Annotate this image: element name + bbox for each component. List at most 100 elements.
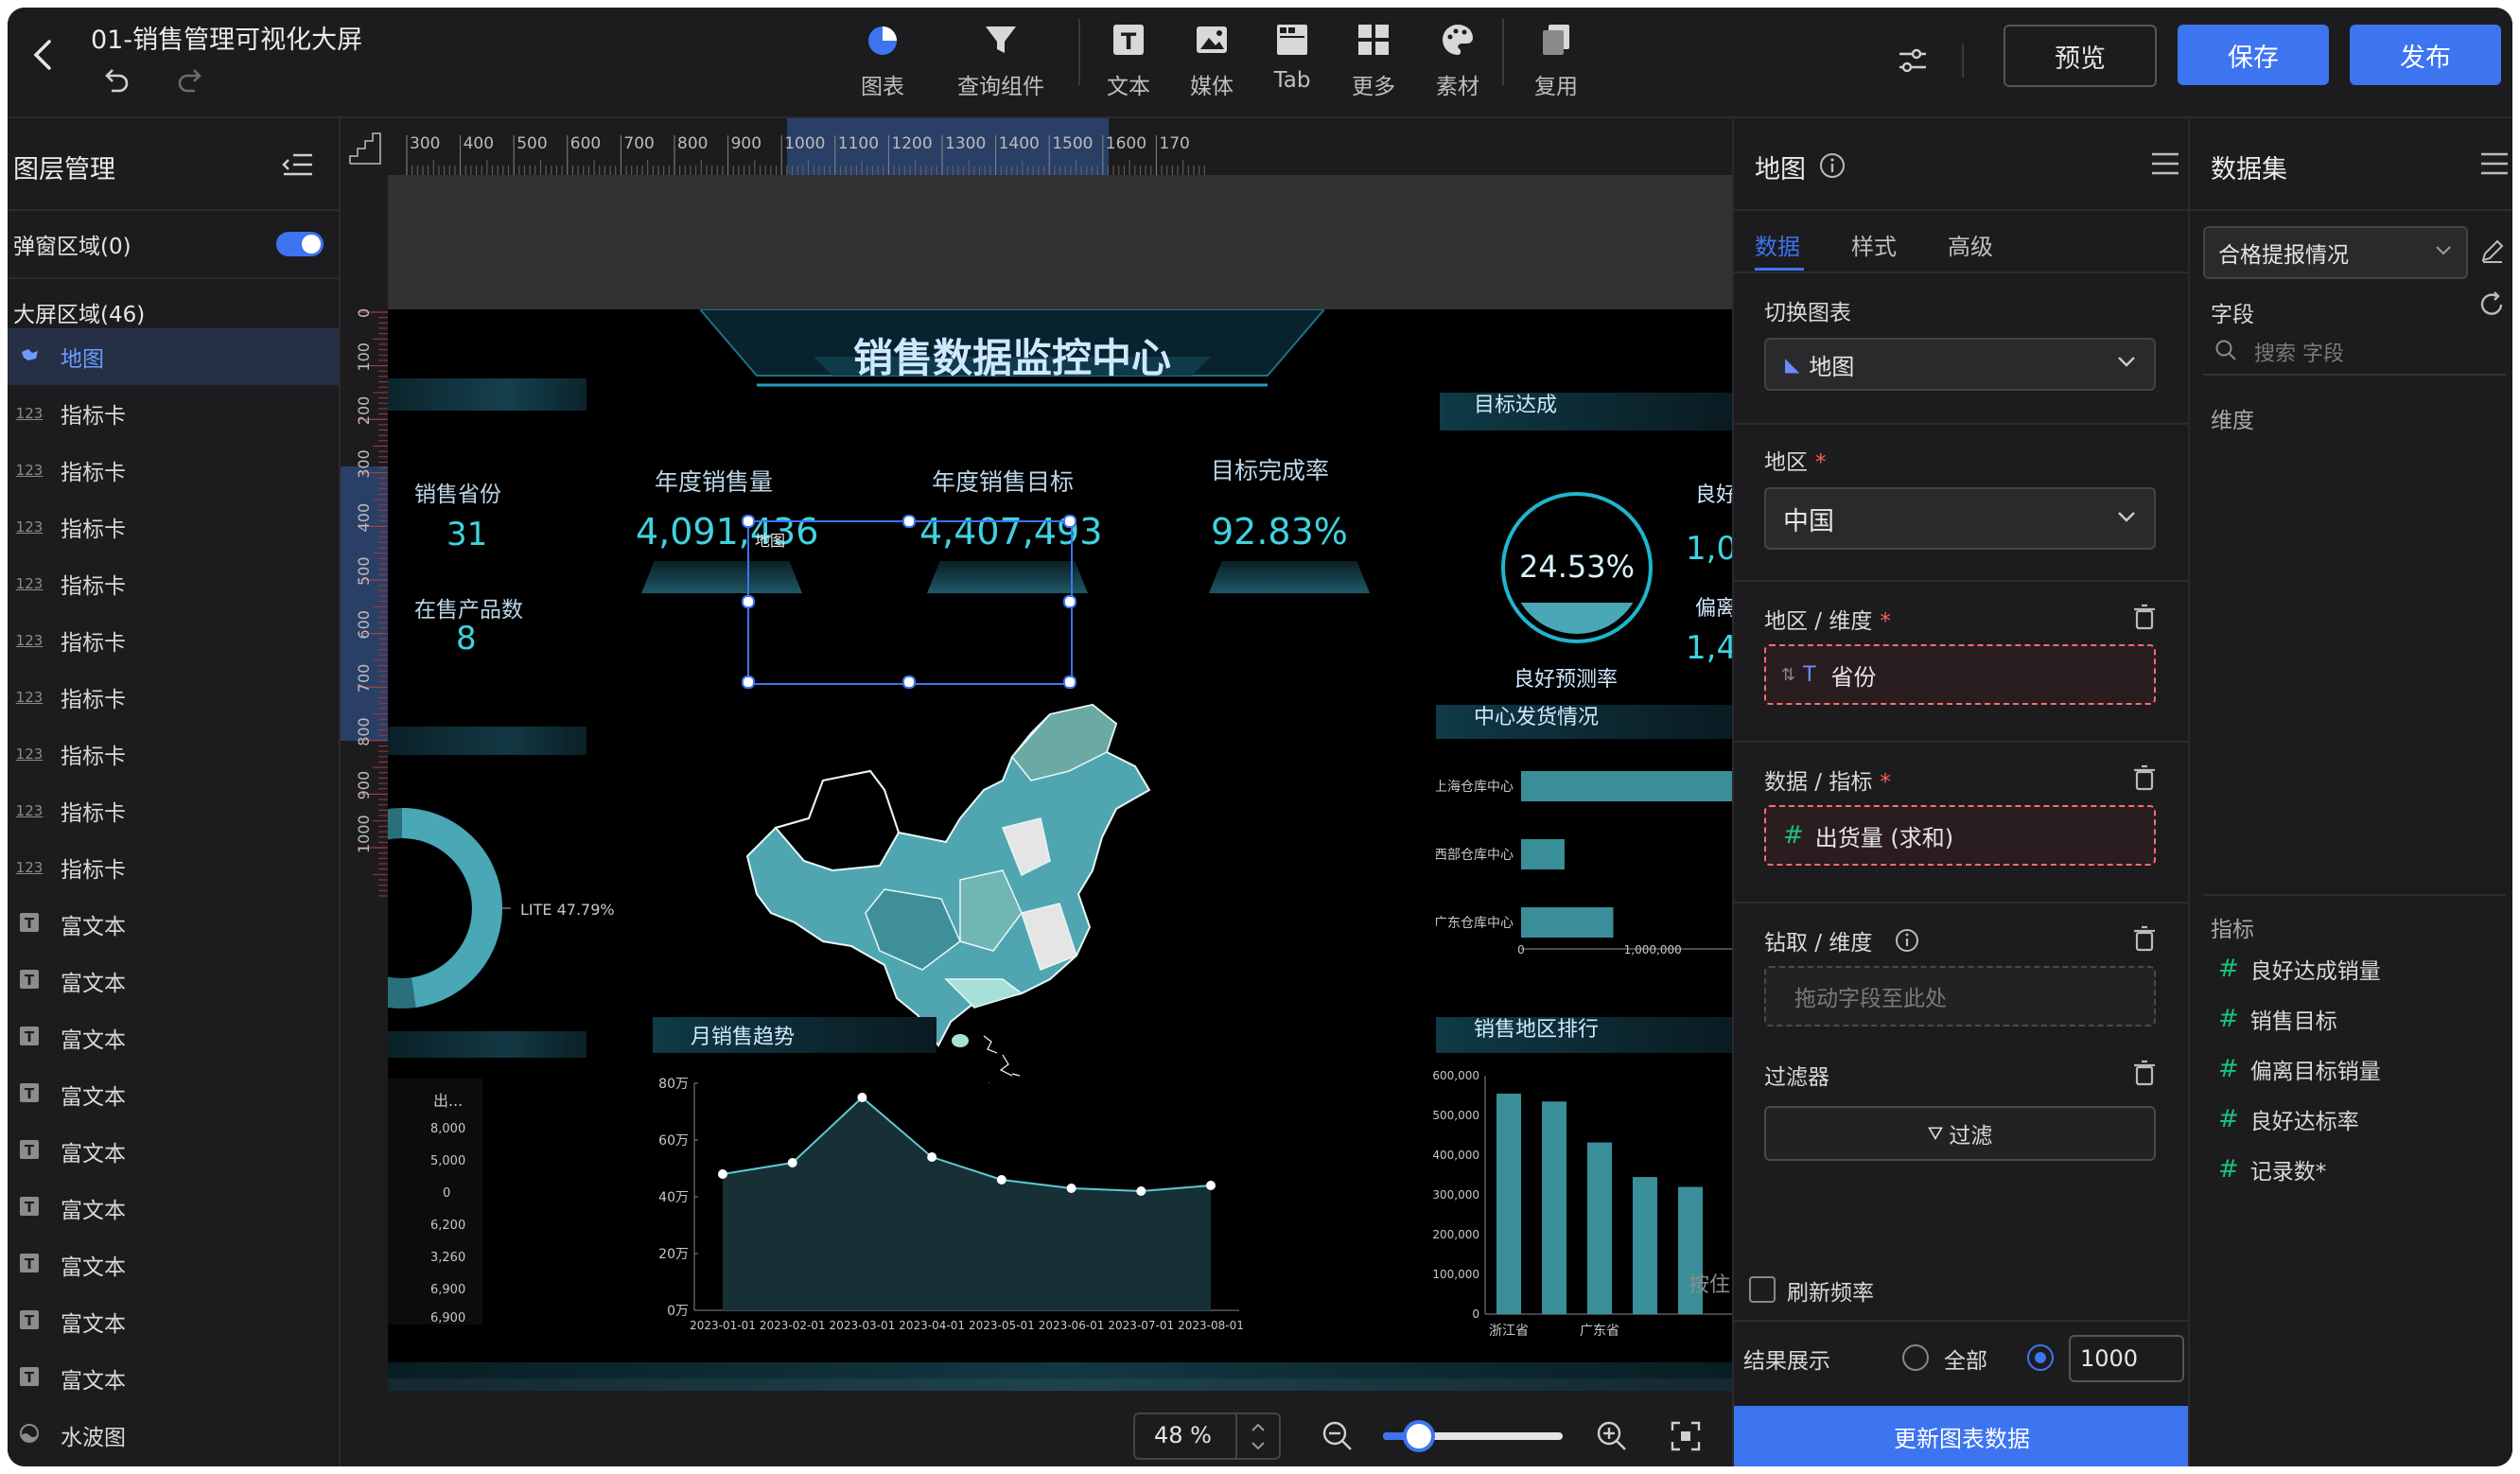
preview-button[interactable]: 预览 — [2004, 25, 2157, 87]
layer-item[interactable]: T 富文本 — [8, 896, 339, 953]
resize-handle[interactable] — [1063, 595, 1076, 608]
result-all-radio[interactable] — [1902, 1344, 1929, 1371]
trend-y-tick: 0万 — [667, 1304, 689, 1319]
collapse-panel-icon[interactable] — [282, 150, 314, 179]
layer-item[interactable]: T 富文本 — [8, 1180, 339, 1237]
panel-menu-icon[interactable] — [2479, 150, 2510, 177]
result-count-input[interactable]: 1000 — [2069, 1335, 2184, 1382]
refresh-checkbox[interactable] — [1749, 1276, 1776, 1303]
region-dim-field[interactable]: ⇅ T 省份 — [1764, 644, 2156, 705]
rank-y-tick: 300,000 — [1432, 1188, 1479, 1202]
layer-item[interactable]: 123 指标卡 — [8, 839, 339, 896]
layer-item[interactable]: T 富文本 — [8, 1293, 339, 1350]
tab-style[interactable]: 样式 — [1851, 228, 1897, 261]
result-count-radio[interactable] — [2027, 1344, 2054, 1371]
region-select[interactable]: 中国 — [1764, 487, 2156, 550]
layer-item[interactable]: 123 指标卡 — [8, 442, 339, 499]
chart-type-select[interactable]: ◣ 地图 — [1764, 338, 2156, 391]
metric-field[interactable]: # 偏离目标销量 — [2218, 1053, 2381, 1085]
tool-query[interactable]: 查询组件 — [949, 19, 1053, 100]
resize-handle[interactable] — [742, 676, 755, 689]
filter-label: 过滤器 — [1764, 1065, 1829, 1090]
chevron-down-icon — [2114, 349, 2139, 379]
save-button[interactable]: 保存 — [2178, 25, 2329, 85]
shipping-tick-label: 0 — [1517, 943, 1525, 956]
resize-handle[interactable] — [742, 515, 755, 528]
tool-material[interactable]: 素材 — [1406, 19, 1510, 100]
info-icon[interactable] — [1895, 928, 1919, 953]
delete-icon[interactable] — [2131, 1059, 2158, 1087]
metric-field[interactable]: # 记录数* — [2218, 1153, 2326, 1185]
number-icon: 123 — [15, 405, 44, 422]
layer-item[interactable]: 123 指标卡 — [8, 726, 339, 782]
props-title: 地图 — [1755, 155, 1806, 184]
trend-x-tick: 2023-06-01 — [1039, 1319, 1105, 1332]
metric-field[interactable]: # 销售目标 — [2218, 1003, 2337, 1035]
layer-item-label: 指标卡 — [61, 518, 126, 542]
stat-products-label: 在售产品数 — [414, 598, 523, 623]
ruler-label: 600 — [570, 134, 601, 153]
drill-label: 钻取 / 维度 — [1764, 931, 1873, 956]
settings-sliders-icon[interactable] — [1896, 44, 1930, 78]
layer-item[interactable]: 123 指标卡 — [8, 782, 339, 839]
resize-handle[interactable] — [902, 515, 916, 528]
region-rank-chart: 0 100,000 200,000 300,000 400,000 500,000 600,… — [1432, 1069, 1739, 1339]
back-icon[interactable] — [28, 36, 57, 74]
resize-handle[interactable] — [902, 676, 916, 689]
layer-item[interactable]: 123 指标卡 — [8, 669, 339, 726]
field-search[interactable]: 搜索 字段 — [2203, 330, 2506, 376]
zoom-slider[interactable] — [1377, 1417, 1566, 1455]
filter-button[interactable]: ⛛ 过滤 — [1764, 1106, 2156, 1161]
redo-icon[interactable] — [174, 64, 206, 97]
edit-icon[interactable] — [2479, 237, 2506, 264]
drill-drop-zone[interactable]: 拖动字段至此处 — [1764, 966, 2156, 1027]
metric-field[interactable]: # 良好达标率 — [2218, 1103, 2359, 1135]
layer-item[interactable]: 123 指标卡 — [8, 385, 339, 442]
ruler-label: 900 — [731, 134, 761, 153]
popup-area-toggle[interactable] — [276, 232, 324, 256]
delete-icon[interactable] — [2131, 603, 2158, 631]
layer-item[interactable]: 123 指标卡 — [8, 612, 339, 669]
layer-item[interactable]: T 富文本 — [8, 1350, 339, 1407]
tab-data[interactable]: 数据 — [1755, 228, 1800, 261]
layer-item[interactable]: T 富文本 — [8, 1009, 339, 1066]
tool-reuse[interactable]: 复用 — [1504, 19, 1608, 100]
layer-item[interactable]: T 富文本 — [8, 953, 339, 1009]
panel-menu-icon[interactable] — [2150, 150, 2180, 177]
shipping-bar — [1521, 907, 1614, 938]
zoom-out-icon[interactable] — [1321, 1419, 1355, 1453]
layer-item[interactable]: 水波图 — [8, 1407, 339, 1464]
data-metric-field[interactable]: # 出货量 (求和) — [1764, 805, 2156, 866]
zoom-stepper-icon[interactable] — [1235, 1414, 1279, 1458]
map-selection-box[interactable] — [747, 520, 1073, 685]
delete-icon[interactable] — [2131, 763, 2158, 792]
zoom-in-icon[interactable] — [1595, 1419, 1629, 1453]
layer-item[interactable]: T 富文本 — [8, 1237, 339, 1293]
dataset-select[interactable]: 合格提报情况 — [2203, 226, 2468, 279]
layer-item[interactable]: T 富文本 — [8, 1123, 339, 1180]
refresh-icon[interactable] — [2477, 290, 2506, 319]
info-icon[interactable] — [1819, 152, 1846, 179]
ruler-label: 1100 — [838, 134, 879, 153]
resize-handle[interactable] — [742, 595, 755, 608]
fields-label: 字段 — [2211, 303, 2254, 327]
zoom-input[interactable]: 48 % — [1133, 1413, 1281, 1460]
deviation-value: 1,47 — [1686, 629, 1739, 667]
resize-handle[interactable] — [1063, 515, 1076, 528]
tab-advanced[interactable]: 高级 — [1948, 228, 1993, 261]
tool-chart[interactable]: 图表 — [831, 19, 935, 100]
undo-icon[interactable] — [100, 64, 132, 97]
publish-button[interactable]: 发布 — [2350, 25, 2501, 85]
layer-item[interactable]: 123 指标卡 — [8, 555, 339, 612]
delete-icon[interactable] — [2131, 924, 2158, 953]
metric-field[interactable]: # 良好达成销量 — [2218, 953, 2381, 985]
layer-item[interactable]: T 富文本 — [8, 1066, 339, 1123]
update-chart-button[interactable]: 更新图表数据 — [1734, 1406, 2190, 1466]
rank-y-tick: 200,000 — [1432, 1228, 1479, 1241]
layer-item[interactable]: 地图 — [8, 328, 339, 385]
fit-screen-icon[interactable] — [1669, 1419, 1703, 1453]
mini-table-cell: 3,260 — [430, 1251, 466, 1265]
resize-handle[interactable] — [1063, 676, 1076, 689]
donut-slice — [401, 808, 502, 1008]
layer-item[interactable]: 123 指标卡 — [8, 499, 339, 555]
